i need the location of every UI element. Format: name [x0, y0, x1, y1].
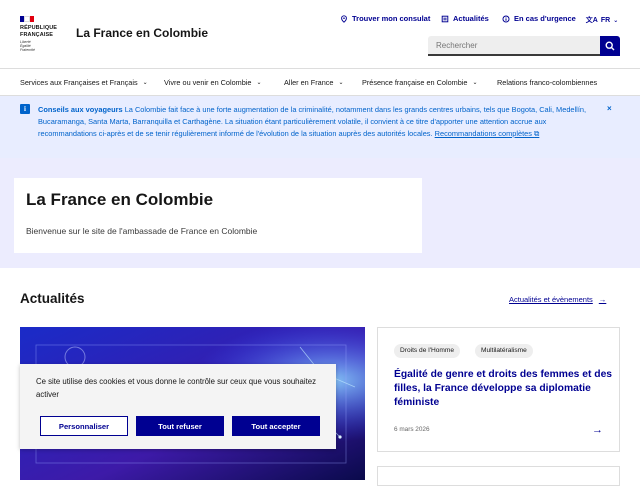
arrow-right-icon[interactable]: → — [592, 424, 603, 436]
external-link-icon: ⧉ — [534, 128, 540, 138]
cookie-message: Ce site utilise des cookies et vous donn… — [36, 377, 316, 399]
nav-item-label: Vivre ou venir en Colombie — [164, 78, 252, 87]
nav-item-label: Aller en France — [284, 78, 334, 87]
arrow-right-icon: → — [598, 295, 607, 304]
newspaper-icon — [441, 15, 449, 22]
info-icon: i — [20, 104, 30, 114]
search-input[interactable] — [428, 36, 600, 56]
map-pin-icon — [341, 14, 347, 23]
news-card-2[interactable] — [377, 466, 620, 486]
emergency-label: En cas d'urgence — [514, 14, 576, 23]
full-recommendations-label: Recommandations complètes — [434, 128, 532, 138]
nav-item-relations[interactable]: Relations franco-colombiennes — [497, 78, 597, 87]
full-recommendations-link[interactable]: Recommandations complètes ⧉ — [435, 129, 540, 138]
nav-item-french-presence[interactable]: Présence française en Colombie ⌄ — [362, 78, 478, 87]
notice-heading: Conseils aux voyageurs — [38, 105, 123, 114]
accept-all-cookies-button[interactable]: Tout accepter — [232, 416, 320, 436]
close-notice-button[interactable]: × — [607, 104, 612, 113]
chevron-down-icon: ⌄ — [338, 80, 344, 86]
search-button[interactable] — [600, 36, 620, 56]
nav-item-live-in-colombia[interactable]: Vivre ou venir en Colombie ⌄ — [164, 78, 262, 87]
tag-human-rights[interactable]: Droits de l'Homme — [394, 344, 461, 358]
nav-item-label: Présence française en Colombie — [362, 78, 468, 87]
all-news-link[interactable]: Actualités et évènements → — [509, 295, 606, 304]
chevron-down-icon: ⌄ — [472, 80, 478, 86]
news-section-title: Actualités — [20, 291, 85, 306]
news-link[interactable]: Actualités — [441, 14, 489, 23]
site-title[interactable]: La France en Colombie — [76, 26, 208, 40]
language-selector[interactable]: 文A FR ⌄ — [584, 10, 620, 30]
nav-item-label: Services aux Françaises et Français — [20, 78, 138, 87]
emergency-link[interactable]: En cas d'urgence — [502, 14, 576, 23]
find-consulate-label: Trouver mon consulat — [352, 14, 431, 23]
main-navigation: Services aux Françaises et Français ⌄ Vi… — [0, 68, 640, 96]
hero-subtitle: Bienvenue sur le site de l'ambassade de … — [26, 226, 258, 236]
find-consulate-link[interactable]: Trouver mon consulat — [340, 14, 430, 23]
site-header: RÉPUBLIQUE FRANÇAISE Liberté Égalité Fra… — [0, 0, 640, 68]
nav-item-services[interactable]: Services aux Françaises et Français ⌄ — [20, 78, 148, 87]
search-icon — [605, 41, 615, 51]
language-code: FR — [600, 16, 611, 24]
nav-item-go-to-france[interactable]: Aller en France ⌄ — [284, 78, 344, 87]
hero-title: La France en Colombie — [26, 190, 214, 209]
refuse-all-cookies-button[interactable]: Tout refuser — [136, 416, 224, 436]
customize-cookies-button[interactable]: Personnaliser — [40, 416, 128, 436]
notice-content: Conseils aux voyageurs La Colombie fait … — [38, 104, 598, 139]
info-circle-icon — [502, 14, 510, 23]
tag-multilateralism[interactable]: Multilatéralisme — [475, 344, 533, 358]
logo-text-line-2: FRANÇAISE — [20, 31, 53, 38]
chevron-down-icon: ⌄ — [256, 80, 262, 86]
news-card-date: 6 mars 2026 — [394, 426, 430, 433]
news-card-title[interactable]: Égalité de genre et droits des femmes et… — [394, 368, 614, 410]
logo-motto-3: Fraternité — [20, 48, 35, 52]
nav-item-label: Relations franco-colombiennes — [497, 78, 598, 87]
header-tools: Trouver mon consulat Actualités En cas d… — [340, 14, 622, 26]
french-flag-icon — [20, 16, 34, 22]
translate-icon: 文A — [585, 17, 598, 24]
chevron-down-icon: ⌄ — [613, 17, 619, 24]
republique-francaise-logo[interactable]: RÉPUBLIQUE FRANÇAISE Liberté Égalité Fra… — [20, 16, 64, 52]
news-label: Actualités — [453, 14, 489, 23]
all-news-label: Actualités et évènements — [509, 295, 593, 304]
chevron-down-icon: ⌄ — [142, 80, 148, 86]
